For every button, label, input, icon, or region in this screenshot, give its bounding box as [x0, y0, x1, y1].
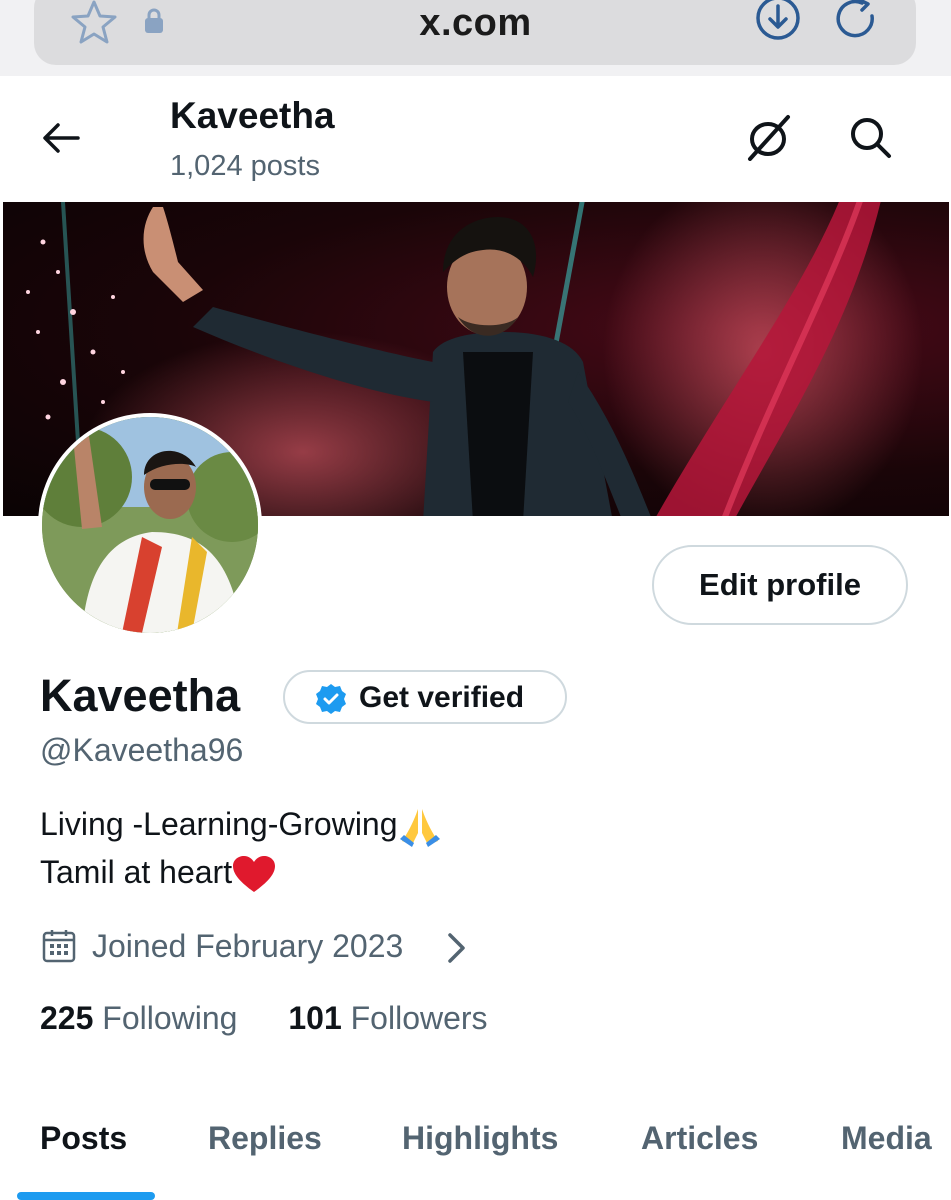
red-heart-emoji-icon: [233, 855, 276, 892]
followers-link[interactable]: 101 Followers: [288, 1000, 487, 1036]
browser-toolbar: x.com: [0, 0, 951, 76]
profile-display-name: Kaveetha: [40, 670, 241, 721]
get-verified-button[interactable]: Get verified: [283, 670, 567, 724]
header-post-count: 1,024 posts: [170, 150, 320, 182]
joined-date[interactable]: Joined February 2023: [92, 928, 403, 965]
followers-count: 101: [288, 1000, 342, 1036]
tab-replies[interactable]: Replies: [208, 1120, 322, 1157]
avatar-photo: [42, 417, 258, 633]
bio-line-2: Tamil at heart: [40, 854, 276, 894]
followers-label: Followers: [350, 1000, 488, 1036]
follow-stats: 225 Following 101 Followers: [40, 1000, 488, 1037]
profile-avatar[interactable]: [38, 413, 262, 637]
tab-highlights[interactable]: Highlights: [402, 1120, 558, 1157]
grok-icon[interactable]: [744, 113, 792, 161]
following-count: 225: [40, 1000, 94, 1036]
profile-tabs: Posts Replies Highlights Articles Media: [0, 1120, 951, 1200]
bio-line-1-text: Living -Learning-Growing: [40, 806, 398, 842]
reload-icon[interactable]: [834, 0, 882, 44]
get-verified-label: Get verified: [359, 681, 525, 714]
profile-handle: @Kaveetha96: [40, 732, 244, 768]
active-tab-indicator: [17, 1192, 155, 1200]
header-title: Kaveetha: [170, 95, 335, 136]
tab-media[interactable]: Media: [841, 1120, 932, 1157]
search-icon[interactable]: [848, 115, 894, 161]
back-arrow-icon[interactable]: [40, 118, 82, 158]
following-link[interactable]: 225 Following: [40, 1000, 237, 1036]
tab-articles[interactable]: Articles: [641, 1120, 758, 1157]
url-text[interactable]: x.com: [0, 2, 951, 45]
bio-line-2-text: Tamil at heart: [40, 854, 233, 890]
folded-hands-emoji-icon: [399, 808, 440, 847]
bio-line-1: Living -Learning-Growing: [40, 806, 442, 847]
edit-profile-button[interactable]: Edit profile: [652, 545, 908, 625]
verified-badge-icon: [316, 684, 346, 714]
tab-posts[interactable]: Posts: [40, 1120, 127, 1157]
chevron-right-icon[interactable]: [446, 932, 468, 964]
download-icon[interactable]: [754, 0, 802, 44]
calendar-icon: [42, 930, 76, 963]
following-label: Following: [102, 1000, 238, 1036]
